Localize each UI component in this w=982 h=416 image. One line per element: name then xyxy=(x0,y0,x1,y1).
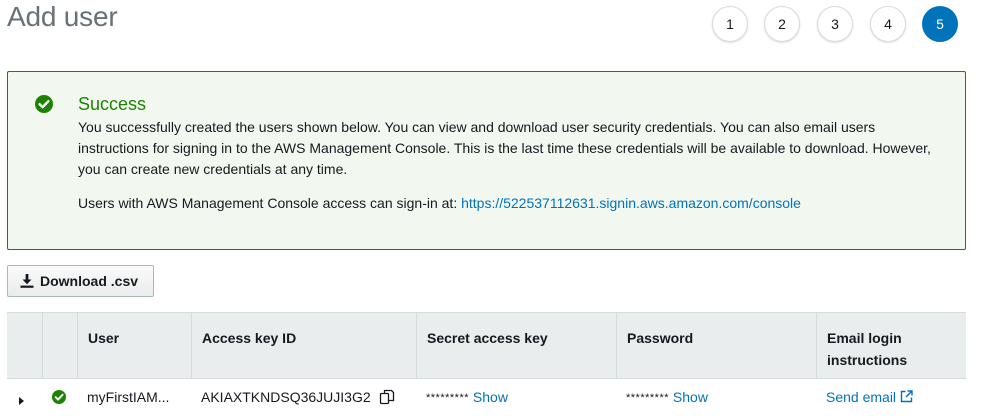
show-secret-key-link[interactable]: Show xyxy=(473,389,508,405)
step-1[interactable]: 1 xyxy=(712,6,748,42)
external-link-icon xyxy=(900,390,913,403)
step-3[interactable]: 3 xyxy=(817,6,853,42)
column-header-password[interactable]: Password xyxy=(616,313,816,379)
email-cell: Send email xyxy=(816,379,966,416)
column-header-email-login[interactable]: Email login instructions xyxy=(816,313,966,379)
email-header-line2: instructions xyxy=(827,352,908,368)
success-alert: Success You successfully created the use… xyxy=(7,71,966,250)
success-check-icon xyxy=(52,390,66,404)
caret-right-icon xyxy=(19,397,24,405)
show-password-link[interactable]: Show xyxy=(673,389,708,405)
password-cell: ********* Show xyxy=(616,379,816,416)
secret-key-masked: ********* xyxy=(426,392,470,404)
password-masked: ********* xyxy=(626,392,670,404)
alert-title: Success xyxy=(78,94,147,114)
copy-icon[interactable] xyxy=(379,389,395,405)
access-key-id-value: AKIAXTKNDSQ36JUJI3G2 xyxy=(201,389,371,405)
alert-message: You successfully created the users shown… xyxy=(78,119,931,177)
table-row: myFirstIAM... AKIAXTKNDSQ36JUJI3G2 *****… xyxy=(7,379,966,416)
status-cell xyxy=(52,379,77,416)
console-signin-line: Users with AWS Management Console access… xyxy=(78,195,801,211)
user-name-cell: myFirstIAM... xyxy=(87,389,170,405)
column-header-user[interactable]: User xyxy=(77,313,191,379)
download-icon xyxy=(20,274,34,288)
column-header-access-key-id[interactable]: Access key ID xyxy=(191,313,416,379)
download-csv-label: Download .csv xyxy=(40,273,139,289)
column-header-secret-access-key[interactable]: Secret access key xyxy=(416,313,616,379)
download-csv-button[interactable]: Download .csv xyxy=(7,265,154,297)
send-email-link[interactable]: Send email xyxy=(826,389,896,405)
table-header: User Access key ID Secret access key Pas… xyxy=(7,312,966,379)
step-5-current: 5 xyxy=(922,6,958,42)
secret-access-key-cell: ********* Show xyxy=(416,379,616,416)
step-4[interactable]: 4 xyxy=(870,6,906,42)
email-header-line1: Email login xyxy=(827,330,902,346)
check-circle-icon xyxy=(35,95,53,113)
console-signin-prefix: Users with AWS Management Console access… xyxy=(78,195,462,211)
page-title: Add user xyxy=(7,1,118,32)
column-header-expand xyxy=(7,313,42,379)
console-signin-link[interactable]: https://522537112631.signin.aws.amazon.c… xyxy=(461,195,801,211)
expand-row-toggle[interactable] xyxy=(19,379,42,416)
access-key-id-cell: AKIAXTKNDSQ36JUJI3G2 xyxy=(191,379,416,416)
column-header-status xyxy=(42,313,77,379)
step-2[interactable]: 2 xyxy=(764,6,800,42)
